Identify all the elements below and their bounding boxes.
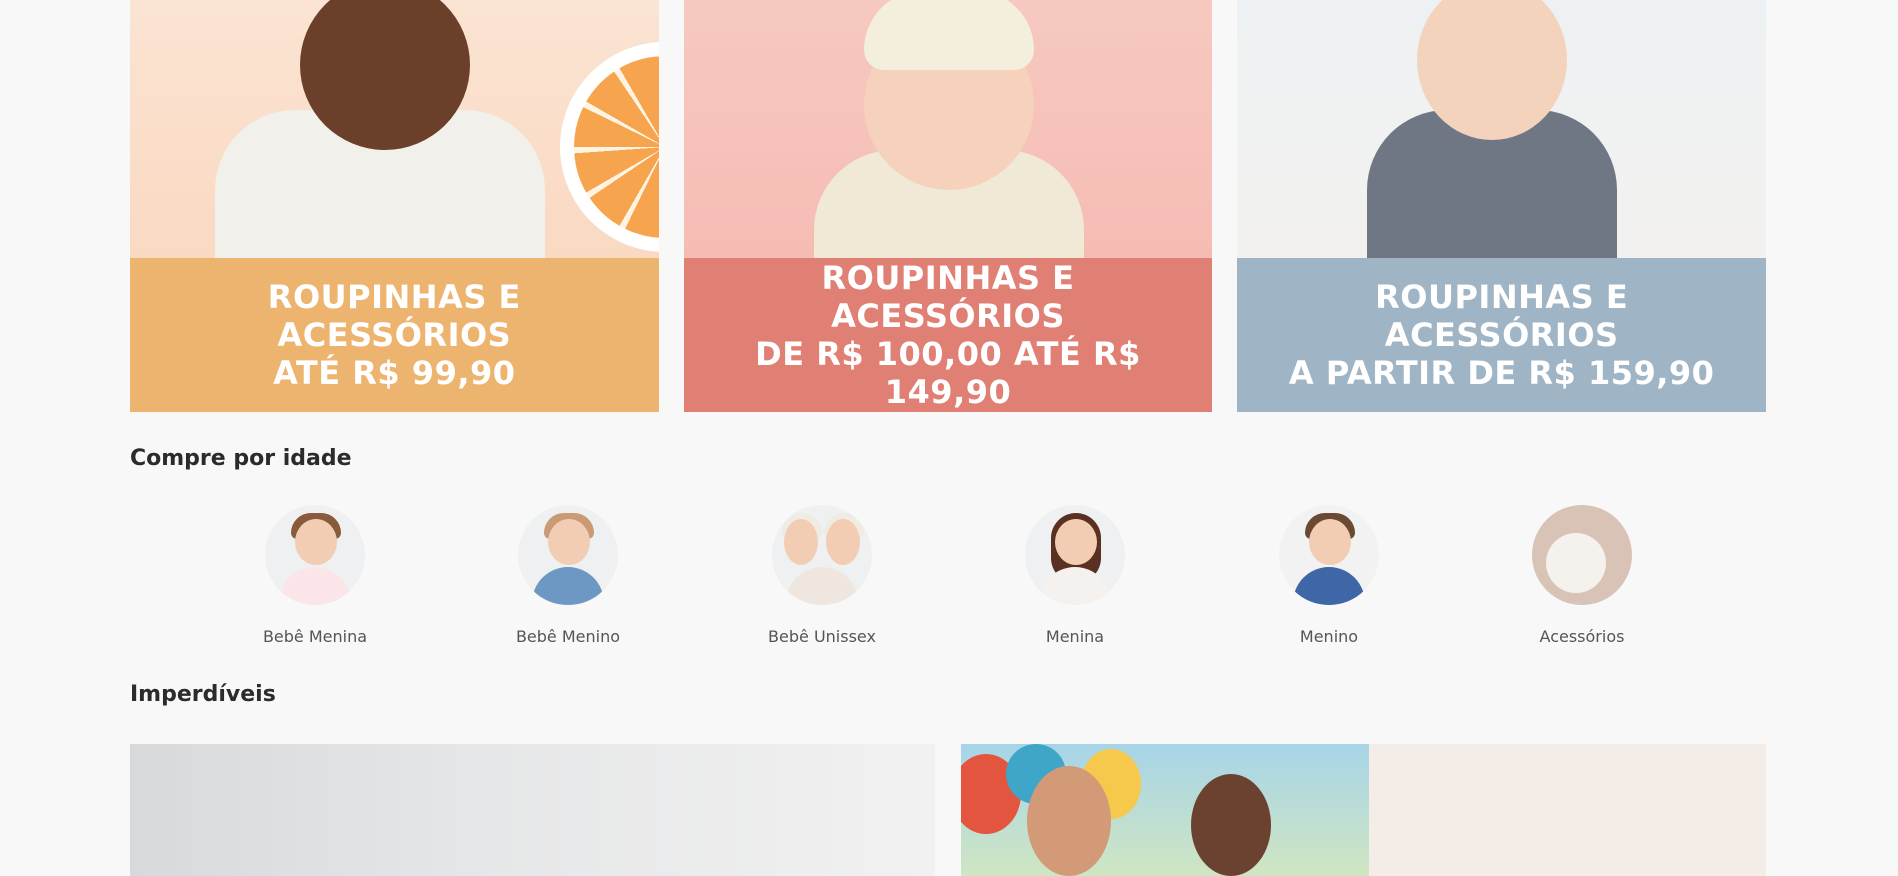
promo-photo-baby-orange [130,0,659,258]
age-item-label: Menino [1299,627,1359,646]
age-item-label: Bebê Unissex [768,627,876,646]
age-item-label: Acessórios [1539,627,1625,646]
baby-girl-photo-icon [265,505,365,605]
age-item-boy[interactable]: Menino [1229,505,1429,646]
baby-figure [804,0,1104,258]
promo-line1: ROUPINHAS E ACESSÓRIOS [821,259,1075,335]
age-item-girl[interactable]: Menina [975,505,1175,646]
must-haves-title: Imperdíveis [130,682,276,707]
boy-photo-icon [1279,505,1379,605]
age-item-baby-boy[interactable]: Bebê Menino [468,505,668,646]
promo-card-from-159[interactable]: ROUPINHAS E ACESSÓRIOS A PARTIR DE R$ 15… [1237,0,1767,412]
promo-line2: DE R$ 100,00 ATÉ R$ 149,90 [755,335,1141,411]
baby-boy-photo-icon [518,505,618,605]
age-item-baby-girl[interactable]: Bebê Menina [215,505,415,646]
age-item-baby-unisex[interactable]: Bebê Unissex [722,505,922,646]
promo-card-up-to-99[interactable]: ROUPINHAS E ACESSÓRIOS ATÉ R$ 99,90 [130,0,659,412]
promo-line1: ROUPINHAS E ACESSÓRIOS [267,278,521,354]
promo-caption: ROUPINHAS E ACESSÓRIOS DE R$ 100,00 ATÉ … [683,258,1213,412]
must-have-banner-left[interactable] [130,744,935,876]
promo-photo-baby-pink [683,0,1213,258]
promo-line1: ROUPINHAS E ACESSÓRIOS [1375,278,1629,354]
promo-line2: A PARTIR DE R$ 159,90 [1288,354,1715,392]
shop-by-age-list: Bebê Menina Bebê Menino Bebê Unissex Men… [130,505,1766,655]
page: ROUPINHAS E ACESSÓRIOS ATÉ R$ 99,90 ROUP… [0,0,1898,876]
baby-figure [195,0,575,258]
girl-photo-icon [1025,505,1125,605]
promo-photo-baby-blue [1237,0,1767,258]
promo-line2: ATÉ R$ 99,90 [273,354,516,392]
price-range-promos: ROUPINHAS E ACESSÓRIOS ATÉ R$ 99,90 ROUP… [130,0,1767,412]
shop-by-age-title: Compre por idade [130,446,352,471]
age-item-label: Menina [1045,627,1105,646]
baby-figure [1357,0,1657,258]
must-haves-banners [130,744,1766,876]
age-item-accessories[interactable]: Acessórios [1482,505,1682,646]
baby-unisex-photo-icon [772,505,872,605]
kids-party-photo [961,744,1369,876]
must-have-banner-right[interactable] [961,744,1766,876]
promo-card-100-to-149[interactable]: ROUPINHAS E ACESSÓRIOS DE R$ 100,00 ATÉ … [683,0,1213,412]
promo-caption: ROUPINHAS E ACESSÓRIOS A PARTIR DE R$ 15… [1237,258,1767,412]
accessories-photo-icon [1532,505,1632,605]
age-item-label: Bebê Menina [262,627,368,646]
age-item-label: Bebê Menino [515,627,621,646]
promo-caption: ROUPINHAS E ACESSÓRIOS ATÉ R$ 99,90 [130,258,659,412]
